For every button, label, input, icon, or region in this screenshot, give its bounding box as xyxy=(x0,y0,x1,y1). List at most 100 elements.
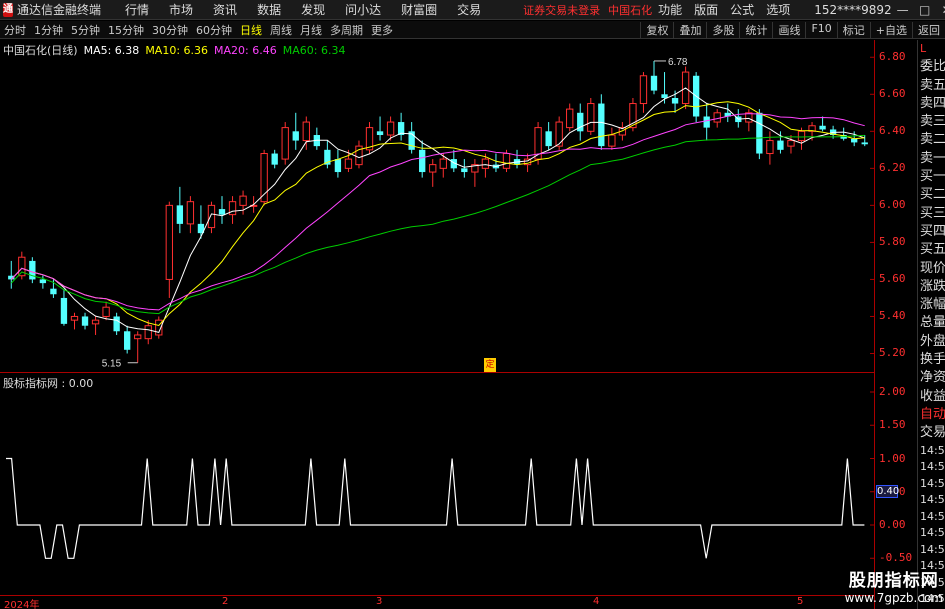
side-panel-item[interactable]: 买三 xyxy=(918,205,945,223)
period-tab[interactable]: 30分钟 xyxy=(152,22,188,38)
add-watchlist-button[interactable]: +自选 xyxy=(869,21,912,38)
side-panel-item[interactable]: 净资 xyxy=(918,369,945,387)
menu-item-data[interactable]: 数据 xyxy=(257,1,281,18)
candle-body-up xyxy=(186,201,195,225)
side-panel-item[interactable]: 买一 xyxy=(918,168,945,186)
event-marker[interactable]: 定 xyxy=(484,358,496,372)
adjust-button[interactable]: 复权 xyxy=(640,21,673,38)
menu-item-trade[interactable]: 交易 xyxy=(457,1,481,18)
ma10-line xyxy=(10,101,865,327)
side-panel-item[interactable]: 卖一 xyxy=(918,150,945,168)
period-tab[interactable]: 月线 xyxy=(300,22,322,38)
side-panel-item[interactable]: 涨跌 xyxy=(918,278,945,296)
candle-body-up xyxy=(144,325,152,340)
tick-time: 14:56 xyxy=(920,526,945,540)
period-toolbar: 分时 1分钟 5分钟 15分钟 30分钟 60分钟 日线 周线 月线 多周期 更… xyxy=(0,21,945,39)
ma5-line xyxy=(10,87,865,333)
app-title: 通达信金融终端 xyxy=(17,3,102,17)
candle-body-down xyxy=(661,94,668,98)
trade-login-notice[interactable]: 证券交易未登录 xyxy=(523,2,600,18)
candle-body-down xyxy=(419,149,426,173)
candle-body-up xyxy=(439,158,447,169)
candle-body-down xyxy=(39,279,47,284)
candle-body-up xyxy=(797,130,806,142)
menu-bar: 通 通达信金融终端 行情 市场 资讯 数据 发现 问小达 财富圈 交易 证券交易… xyxy=(0,0,945,20)
user-account[interactable]: 152****9892 xyxy=(814,3,891,17)
kline-chart[interactable]: 6.78 5.15 xyxy=(0,40,875,609)
multi-stock-button[interactable]: 多股 xyxy=(706,21,739,38)
menu-item-formula[interactable]: 公式 xyxy=(730,1,754,18)
menu-item-market[interactable]: 行情 xyxy=(125,1,149,18)
menu-item-discover[interactable]: 发现 xyxy=(301,1,325,18)
menu-item-news[interactable]: 资讯 xyxy=(213,1,237,18)
side-panel-item[interactable]: 卖五 xyxy=(918,77,945,95)
side-panel-item[interactable]: 卖二 xyxy=(918,131,945,149)
candle-body-up xyxy=(766,140,774,155)
indicator-tick-label: -0.50 xyxy=(879,551,913,565)
candle-body-up xyxy=(713,112,721,123)
candle-body-up xyxy=(70,315,79,321)
period-tab[interactable]: 1分钟 xyxy=(34,22,63,38)
menu-item-wealth[interactable]: 财富圈 xyxy=(401,1,437,18)
period-tab[interactable]: 60分钟 xyxy=(196,22,232,38)
candle-body-down xyxy=(50,288,57,295)
side-panel-item[interactable]: 外盘 xyxy=(918,333,945,351)
draw-line-button[interactable]: 画线 xyxy=(772,21,805,38)
price-tick-label: 5.60 xyxy=(879,272,906,286)
candle-body-down xyxy=(598,103,605,147)
close-icon[interactable]: ✕ xyxy=(936,3,945,17)
period-tab-daily[interactable]: 日线 xyxy=(240,22,262,38)
minimize-icon[interactable]: — xyxy=(892,3,914,17)
candle-body-up xyxy=(481,158,490,169)
side-panel-item[interactable]: 卖四 xyxy=(918,95,945,113)
candle-body-down xyxy=(218,209,226,215)
menu-item-markets[interactable]: 市场 xyxy=(169,1,193,18)
side-panel-item[interactable]: 收益 xyxy=(918,388,945,406)
tick-time: 14:56 xyxy=(920,476,945,490)
high-label: 6.78 xyxy=(668,57,688,68)
candle-body-down xyxy=(376,131,384,136)
side-panel-item[interactable]: 卖三 xyxy=(918,113,945,131)
side-panel-item[interactable]: 涨幅 xyxy=(918,296,945,314)
candle-body-down xyxy=(461,168,468,173)
side-panel-item[interactable]: 换手 xyxy=(918,351,945,369)
indicator-tick-label: 2.00 xyxy=(879,385,906,398)
legend-ma20: MA20: 6.46 xyxy=(214,43,277,57)
maximize-icon[interactable]: □ xyxy=(914,3,936,17)
menu-item-functions[interactable]: 功能 xyxy=(658,1,682,18)
side-panel-toggle[interactable]: 自动 xyxy=(918,406,945,424)
price-tick-label: 6.00 xyxy=(879,198,906,212)
side-panel-item[interactable]: 委比 xyxy=(918,58,945,76)
candle-body-up xyxy=(91,319,100,325)
period-tab[interactable]: 多周期 xyxy=(330,22,363,38)
candle-body-down xyxy=(81,316,89,326)
period-tab[interactable]: 分时 xyxy=(4,22,26,38)
period-more[interactable]: 更多 xyxy=(371,22,393,38)
side-panel-item[interactable]: 总量 xyxy=(918,314,945,332)
candle-body-down xyxy=(756,112,763,154)
legend-ma5: MA5: 6.38 xyxy=(83,43,140,57)
period-tab[interactable]: 5分钟 xyxy=(71,22,100,38)
app-logo-icon: 通 xyxy=(3,2,13,17)
menu-item-options[interactable]: 选项 xyxy=(766,1,790,18)
mark-button[interactable]: 标记 xyxy=(836,21,870,38)
ma60-line xyxy=(10,134,865,315)
menu-item-ask[interactable]: 问小达 xyxy=(345,1,381,18)
f10-button[interactable]: F10 xyxy=(805,21,836,38)
date-label: 2 xyxy=(222,596,229,607)
back-button[interactable]: 返回 xyxy=(912,21,945,38)
candle-body-down xyxy=(292,131,299,141)
ma20-line xyxy=(10,113,865,311)
side-panel-item[interactable]: 现价 xyxy=(918,260,945,278)
period-tab[interactable]: 周线 xyxy=(270,22,292,38)
side-panel-item[interactable]: 买二 xyxy=(918,186,945,204)
tick-time: 14:56 xyxy=(920,460,945,474)
overlay-button[interactable]: 叠加 xyxy=(673,21,706,38)
side-panel-item[interactable]: 买四 xyxy=(918,223,945,241)
candle-body-up xyxy=(608,134,616,147)
side-panel-toggle[interactable]: 交易 xyxy=(918,424,945,442)
side-panel-item[interactable]: 买五 xyxy=(918,241,945,259)
stats-button[interactable]: 统计 xyxy=(739,21,772,38)
menu-item-layout[interactable]: 版面 xyxy=(694,1,718,18)
period-tab[interactable]: 15分钟 xyxy=(108,22,144,38)
